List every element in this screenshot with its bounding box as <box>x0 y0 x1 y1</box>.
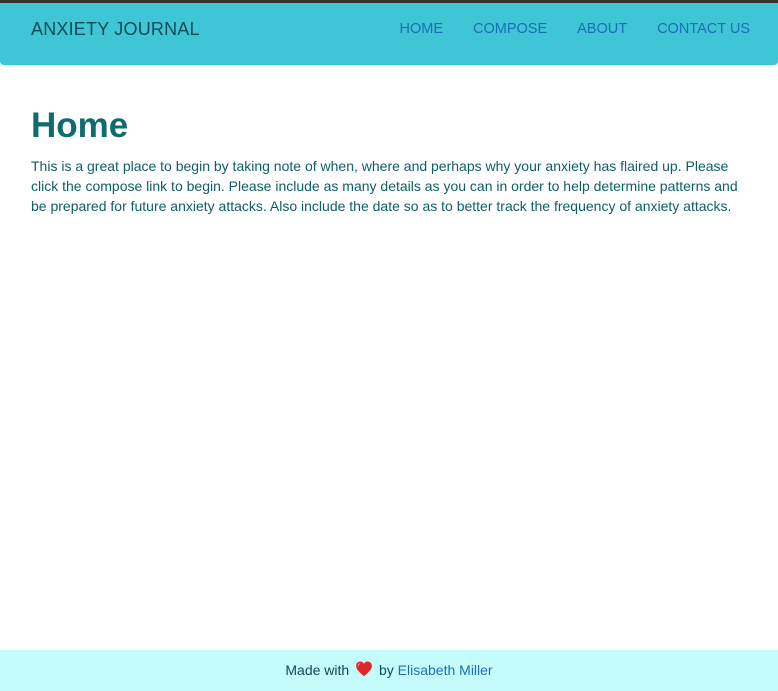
nav-link-contact-us[interactable]: CONTACT US <box>657 21 750 37</box>
footer: Made with by Elisabeth Miller <box>0 650 778 691</box>
navbar: ANXIETY JOURNAL HOME COMPOSE ABOUT CONTA… <box>0 3 778 65</box>
app-window: ANXIETY JOURNAL HOME COMPOSE ABOUT CONTA… <box>0 0 778 691</box>
brand-link[interactable]: ANXIETY JOURNAL <box>31 19 200 40</box>
nav-menu: HOME COMPOSE ABOUT CONTACT US <box>370 21 751 37</box>
heart-icon <box>356 661 372 677</box>
main-content: Home This is a great place to begin by t… <box>31 104 751 216</box>
nav-link-home[interactable]: HOME <box>400 21 444 37</box>
nav-link-about[interactable]: ABOUT <box>577 21 627 37</box>
footer-made-with: Made with <box>285 662 350 678</box>
nav-link-compose[interactable]: COMPOSE <box>473 21 547 37</box>
author-link[interactable]: Elisabeth Miller <box>398 662 493 678</box>
footer-by: by <box>378 662 394 678</box>
page-title: Home <box>31 106 129 145</box>
intro-paragraph: This is a great place to begin by taking… <box>31 158 738 214</box>
